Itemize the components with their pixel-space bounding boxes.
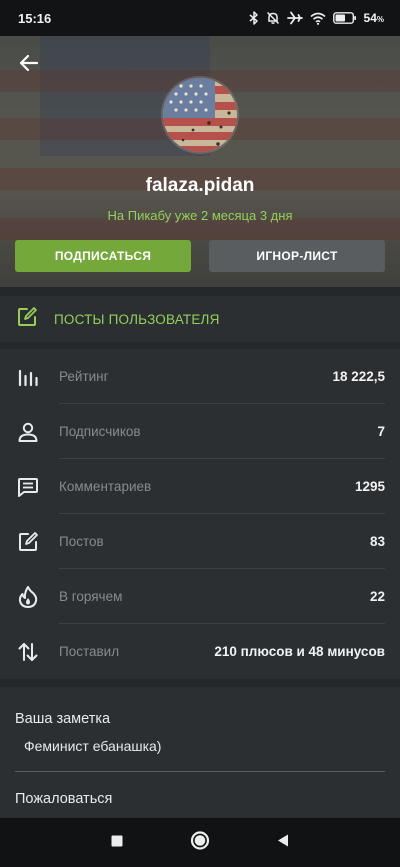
stats-list: Рейтинг 18 222,5 Подписчиков 7 Комментар… xyxy=(0,349,400,679)
stat-value: 1295 xyxy=(354,479,385,494)
stat-row-comments: Комментариев 1295 xyxy=(0,459,400,514)
square-icon xyxy=(111,834,123,852)
status-time: 15:16 xyxy=(18,10,52,26)
stat-value: 18 222,5 xyxy=(332,369,385,384)
stat-value: 22 xyxy=(369,589,385,604)
airplane-icon xyxy=(286,11,303,25)
stat-row-votes: Поставил 210 плюсов и 48 минусов xyxy=(0,624,400,679)
stat-value: 7 xyxy=(377,424,385,439)
status-icons: 54% xyxy=(249,11,384,25)
wifi-icon xyxy=(309,12,326,25)
user-posts-link[interactable]: ПОСТЫ ПОЛЬЗОВАТЕЛЯ xyxy=(0,296,400,342)
status-bar: 15:16 54% xyxy=(0,0,400,36)
person-icon xyxy=(15,419,41,445)
note-section: Ваша заметка Феминист ебанашка) Пожалова… xyxy=(0,687,400,818)
battery-percent-value: 54 xyxy=(363,11,377,25)
ignore-list-button[interactable]: ИГНОР-ЛИСТ xyxy=(209,240,385,272)
navigation-bar xyxy=(0,818,400,867)
battery-icon xyxy=(332,12,357,24)
note-title: Ваша заметка xyxy=(15,711,111,727)
stat-row-rating: Рейтинг 18 222,5 xyxy=(0,349,400,404)
battery-percent: 54% xyxy=(364,11,384,25)
username: falaza.pidan xyxy=(145,175,255,196)
stat-row-hot: В горячем 22 xyxy=(0,569,400,624)
member-since: На Пикабу уже 2 месяца 3 дня xyxy=(107,208,293,223)
stat-row-subscribers: Подписчиков 7 xyxy=(0,404,400,459)
note-text[interactable]: Феминист ебанашка) xyxy=(24,738,161,754)
system-back-button[interactable] xyxy=(277,833,289,852)
profile-header: falaza.pidan На Пикабу уже 2 месяца 3 дн… xyxy=(0,36,400,287)
stat-row-posts: Постов 83 xyxy=(0,514,400,569)
stat-label: Комментариев xyxy=(59,479,152,494)
stat-label: Подписчиков xyxy=(59,424,141,439)
edit-square-icon xyxy=(15,529,41,555)
avatar[interactable] xyxy=(161,76,239,154)
bluetooth-icon xyxy=(249,11,259,25)
user-posts-label: ПОСТЫ ПОЛЬЗОВАТЕЛЯ xyxy=(54,311,220,327)
arrow-left-icon xyxy=(19,54,39,77)
battery-percent-unit: % xyxy=(376,15,384,24)
divider xyxy=(15,771,385,772)
swap-vertical-icon xyxy=(15,639,41,665)
back-button[interactable] xyxy=(16,52,42,78)
recent-apps-button[interactable] xyxy=(111,834,123,852)
flame-icon xyxy=(15,584,41,610)
stat-value: 83 xyxy=(369,534,385,549)
bell-off-icon xyxy=(266,11,280,25)
circle-icon xyxy=(190,830,210,855)
report-button[interactable]: Пожаловаться xyxy=(15,791,112,807)
subscribe-button[interactable]: ПОДПИСАТЬСЯ xyxy=(15,240,191,272)
stat-label: Постов xyxy=(59,534,104,549)
home-button[interactable] xyxy=(190,830,210,855)
stat-value: 210 плюсов и 48 минусов xyxy=(214,644,385,659)
stat-label: Поставил xyxy=(59,644,120,659)
back-triangle-icon xyxy=(277,833,289,852)
stat-label: В горячем xyxy=(59,589,123,604)
comment-icon xyxy=(15,474,41,500)
edit-square-icon xyxy=(16,306,38,333)
bar-chart-icon xyxy=(15,364,41,390)
stat-label: Рейтинг xyxy=(59,369,109,384)
